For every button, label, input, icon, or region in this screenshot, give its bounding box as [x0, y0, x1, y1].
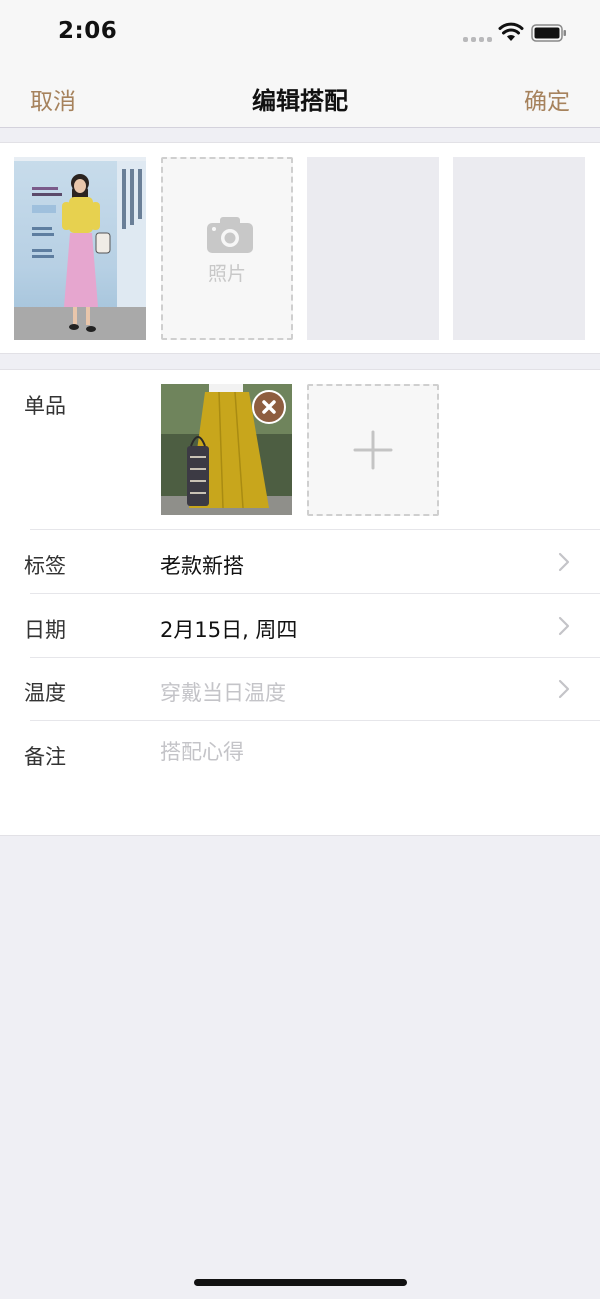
- divider: [30, 657, 600, 658]
- camera-icon: [207, 217, 253, 253]
- plus-icon: [353, 430, 393, 470]
- date-value: 2月15日, 周四: [160, 618, 298, 642]
- items-label: 单品: [24, 394, 66, 418]
- add-item-button[interactable]: [307, 384, 439, 516]
- date-label: 日期: [24, 618, 66, 642]
- divider: [30, 720, 600, 721]
- page-title: 编辑搭配: [252, 87, 348, 115]
- wifi-icon: [498, 22, 524, 41]
- divider: [30, 529, 600, 530]
- cellular-signal-icon: [463, 34, 492, 42]
- note-input[interactable]: 搭配心得: [160, 736, 244, 766]
- note-label: 备注: [24, 745, 66, 769]
- battery-icon: [531, 24, 566, 42]
- chevron-right-icon: [558, 616, 570, 636]
- tag-value: 老款新搭: [160, 554, 244, 578]
- empty-photo-slot: [453, 157, 585, 340]
- home-indicator: [194, 1279, 407, 1286]
- temperature-label: 温度: [24, 681, 66, 705]
- add-photo-label: 照片: [207, 263, 246, 285]
- status-time: 2:06: [58, 18, 118, 44]
- temperature-placeholder: 穿戴当日温度: [160, 681, 286, 705]
- tag-label: 标签: [24, 554, 66, 578]
- remove-item-button[interactable]: [252, 390, 286, 424]
- status-bar: 2:06: [0, 0, 600, 64]
- chevron-right-icon: [558, 552, 570, 572]
- photo-strip: 照片: [0, 142, 600, 354]
- outfit-photo-image: [14, 157, 146, 340]
- close-icon: [262, 400, 276, 414]
- empty-photo-slot: [307, 157, 439, 340]
- chevron-right-icon: [558, 679, 570, 699]
- confirm-button[interactable]: 确定: [524, 82, 570, 116]
- add-photo-button[interactable]: 照片: [161, 157, 293, 340]
- outfit-photo[interactable]: [14, 157, 146, 340]
- outfit-form: 单品 标签 老款新搭 日期 2月15日, 周四 温度 穿戴当日温度 备注 搭配心…: [0, 369, 600, 836]
- divider: [30, 593, 600, 594]
- navigation-bar: 取消 编辑搭配 确定: [0, 64, 600, 128]
